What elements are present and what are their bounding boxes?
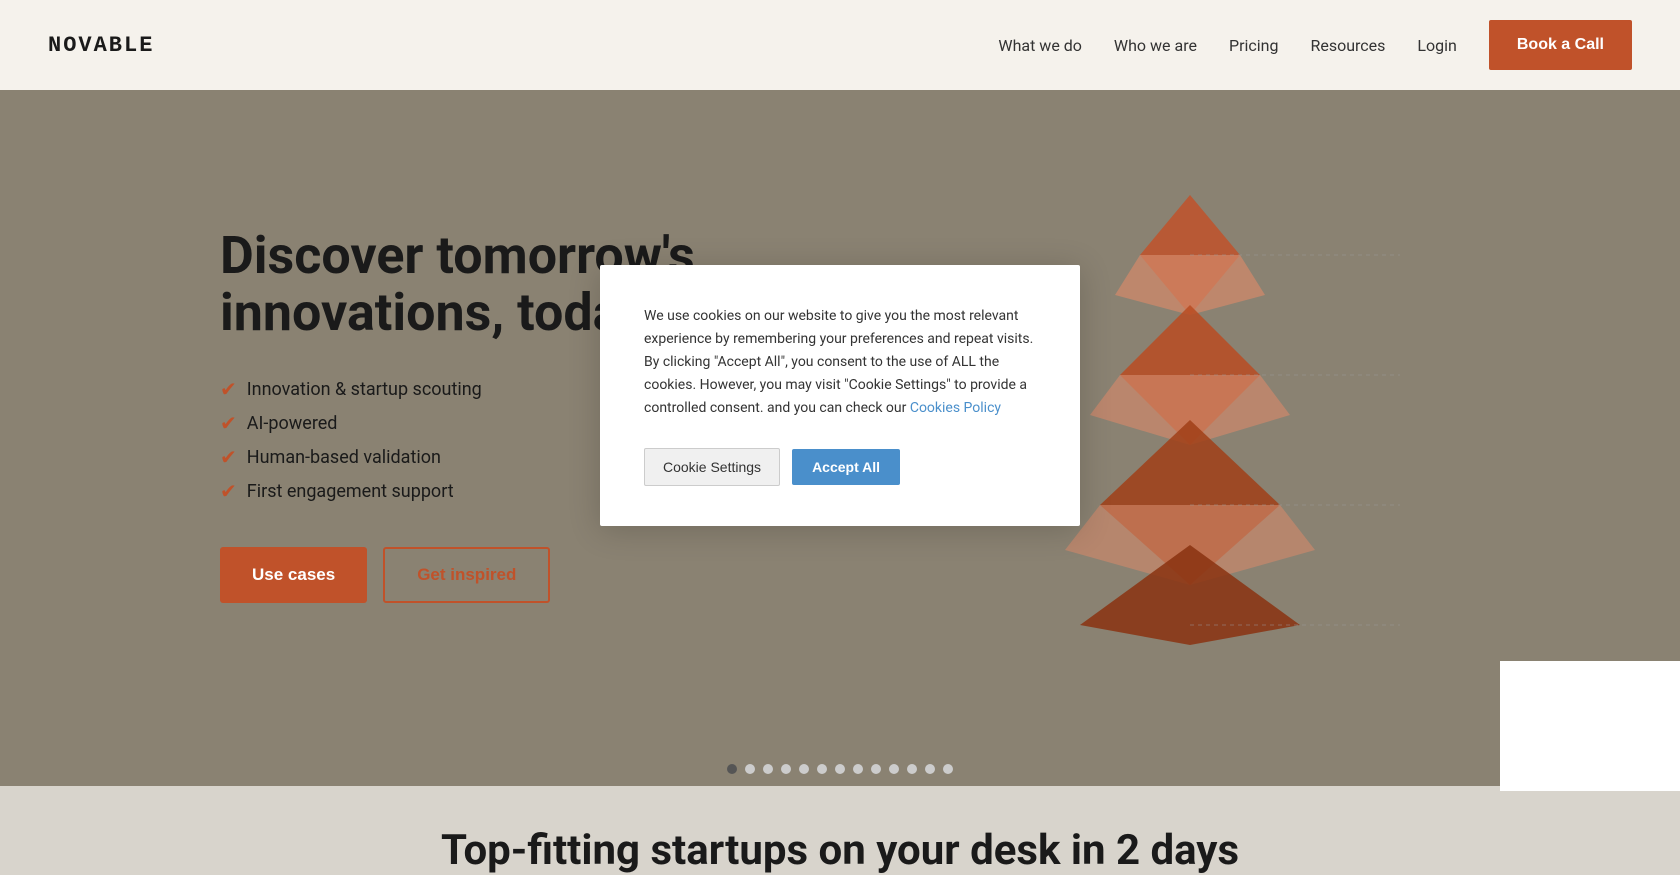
cookie-modal: We use cookies on our website to give yo… [600,265,1080,526]
cookies-policy-link[interactable]: Cookies Policy [910,400,1001,416]
cookie-modal-overlay: We use cookies on our website to give yo… [0,0,1680,791]
cookie-settings-button[interactable]: Cookie Settings [644,448,780,486]
cookie-buttons: Cookie Settings Accept All [644,448,1036,486]
bottom-title: Top-fitting startups on your desk in 2 d… [48,826,1632,875]
bottom-section: Top-fitting startups on your desk in 2 d… [0,786,1680,875]
accept-all-button[interactable]: Accept All [792,449,900,485]
cookie-text: We use cookies on our website to give yo… [644,305,1036,420]
